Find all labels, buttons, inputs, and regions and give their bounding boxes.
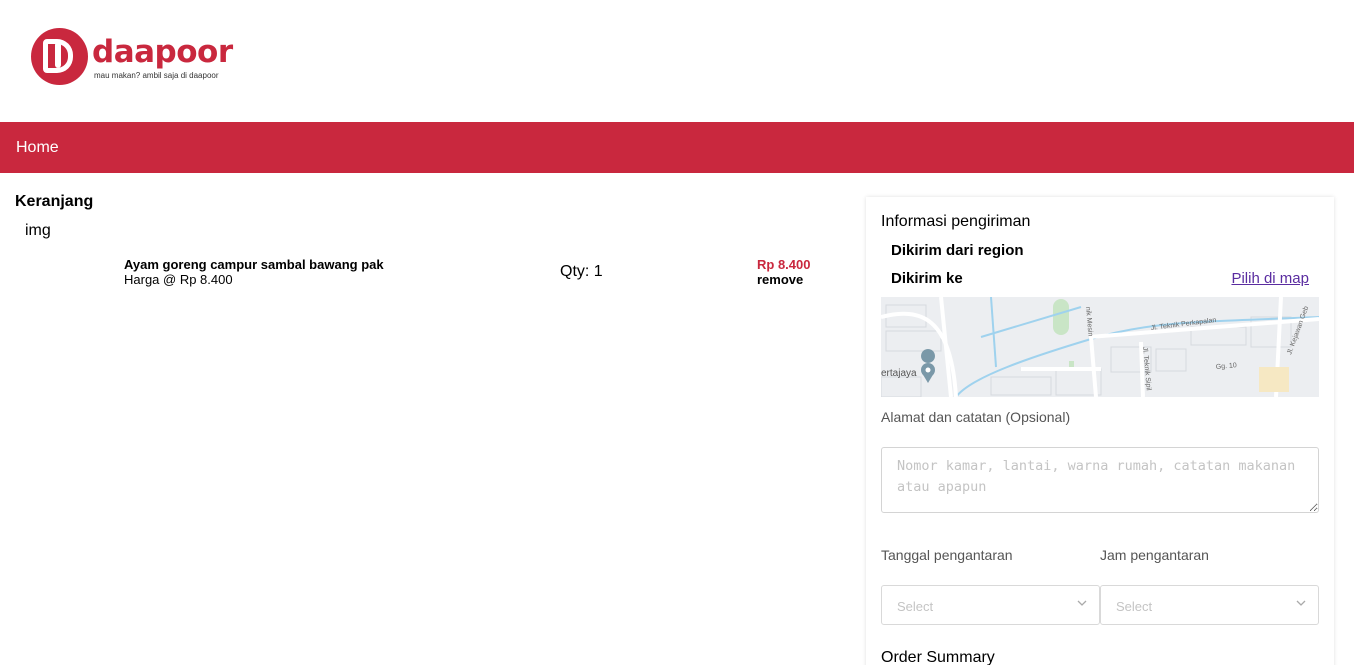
map-label-place: ertajaya: [881, 368, 917, 379]
delivery-time-placeholder: Select: [1116, 599, 1153, 614]
address-notes-field[interactable]: [881, 447, 1319, 513]
shipping-title: Informasi pengiriman: [881, 213, 1031, 230]
logo-tagline: mau makan? ambil saja di daapoor: [94, 71, 219, 80]
address-notes-label: Alamat dan catatan (Opsional): [881, 409, 1071, 425]
logo-name: daapoor: [92, 34, 233, 70]
pick-on-map-link[interactable]: Pilih di map: [1231, 270, 1309, 287]
header: daapoor mau makan? ambil saja di daapoor: [0, 0, 1354, 122]
nav-home-link[interactable]: Home: [16, 139, 59, 157]
cart-title: Keranjang: [15, 193, 94, 210]
cart-item-total: Rp 8.400: [757, 257, 811, 272]
cart-item-name: Ayam goreng campur sambal bawang pak: [124, 257, 384, 272]
ship-to-label: Dikirim ke: [891, 270, 963, 287]
order-summary-title: Order Summary: [881, 649, 995, 665]
chevron-down-icon: [1077, 600, 1087, 606]
cart-item-unit-price: Harga @ Rp 8.400: [124, 272, 233, 287]
delivery-time-select[interactable]: Select: [1100, 585, 1319, 625]
remove-item-button[interactable]: remove: [757, 272, 803, 287]
ship-from-label: Dikirim dari region: [891, 242, 1024, 259]
daapoor-logo[interactable]: daapoor mau makan? ambil saja di daapoor: [31, 28, 233, 85]
logo-mark-icon: [31, 28, 88, 85]
map-image: Jl. Teknik Perkapalan Jl. Kejawan Geb Jl…: [881, 297, 1319, 397]
shipping-panel: Informasi pengiriman Dikirim dari region…: [866, 197, 1334, 665]
location-map[interactable]: Jl. Teknik Perkapalan Jl. Kejawan Geb Jl…: [881, 297, 1319, 397]
chevron-down-icon: [1296, 600, 1306, 606]
product-image-alt: img: [25, 222, 51, 239]
delivery-date-label: Tanggal pengantaran: [881, 547, 1013, 563]
delivery-date-select[interactable]: Select: [881, 585, 1100, 625]
navbar: Home: [0, 122, 1354, 173]
cart-item-qty: Qty: 1: [560, 263, 603, 280]
delivery-date-placeholder: Select: [897, 599, 934, 614]
delivery-time-label: Jam pengantaran: [1100, 547, 1209, 563]
